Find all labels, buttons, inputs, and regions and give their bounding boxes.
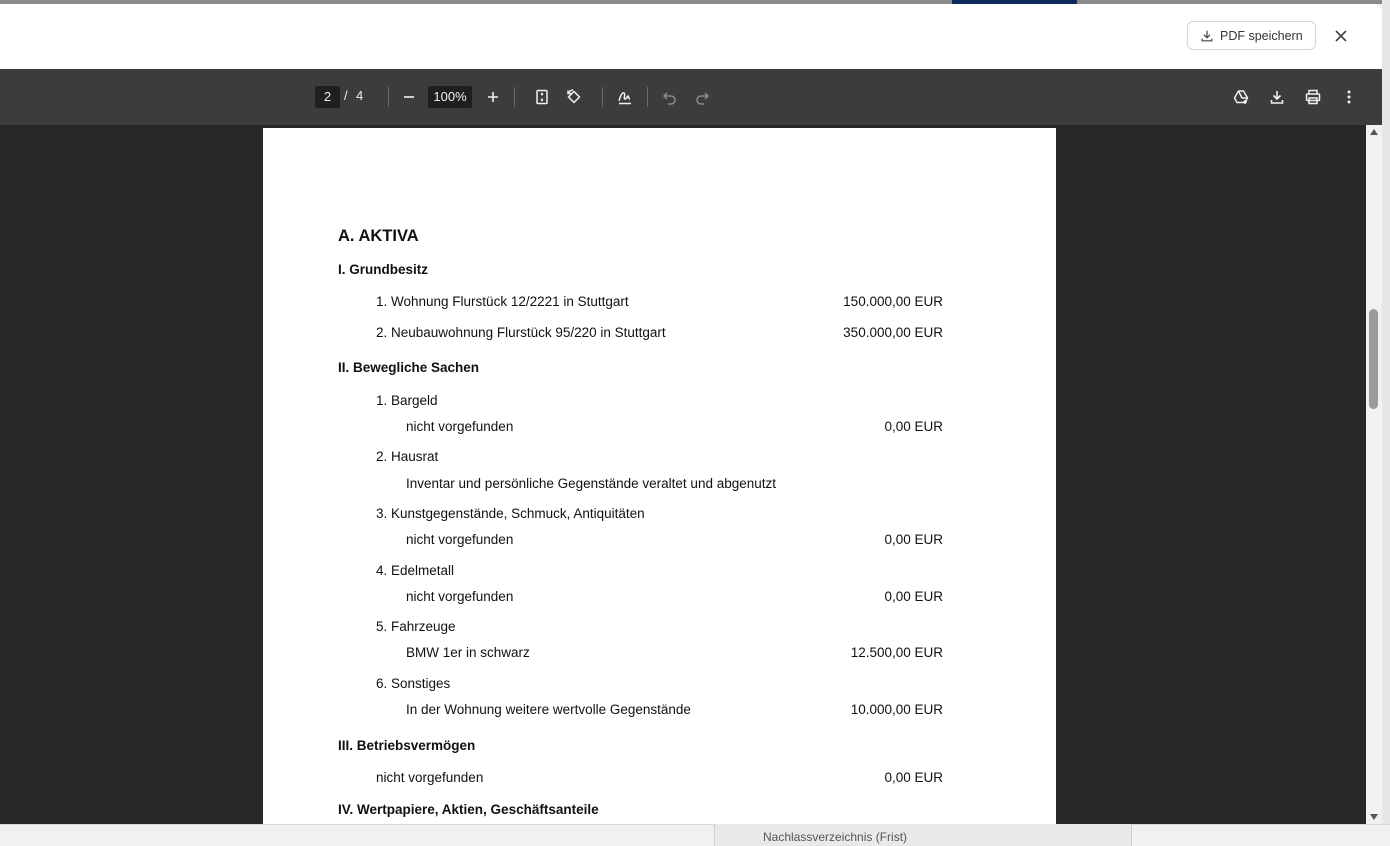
minus-icon bbox=[404, 96, 414, 98]
item-detail: Inventar und persönliche Gegenstände ver… bbox=[406, 476, 777, 491]
more-vertical-icon bbox=[1347, 90, 1351, 104]
print-icon bbox=[1305, 89, 1321, 105]
item-amount: 350.000,00 EUR bbox=[843, 325, 943, 340]
undo-icon bbox=[662, 92, 676, 105]
section-heading: IV. Wertpapiere, Aktien, Geschäftsanteil… bbox=[338, 802, 599, 817]
pdf-page: A. AKTIVA I. Grundbesitz 1. Wohnung Flur… bbox=[263, 128, 1056, 824]
close-button[interactable] bbox=[1331, 26, 1351, 46]
item-label: 6. Sonstiges bbox=[376, 676, 451, 691]
background-bottom-strip bbox=[0, 824, 1390, 846]
item-label: 1. Bargeld bbox=[376, 393, 438, 408]
toolbar-divider bbox=[514, 87, 515, 107]
item-detail: BMW 1er in schwarz bbox=[406, 645, 530, 660]
plus-icon bbox=[488, 92, 498, 102]
download-icon bbox=[1201, 30, 1213, 41]
close-icon bbox=[1335, 30, 1347, 42]
item-amount: 0,00 EUR bbox=[884, 419, 943, 434]
drive-add-icon bbox=[1233, 90, 1249, 104]
item-amount: 0,00 EUR bbox=[884, 589, 943, 604]
toolbar-divider bbox=[647, 87, 648, 107]
item-label: 5. Fahrzeuge bbox=[376, 619, 456, 634]
item-detail: nicht vorgefunden bbox=[406, 589, 514, 604]
item-detail: In der Wohnung weitere wertvolle Gegenst… bbox=[406, 702, 691, 717]
viewport: Nachlassverzeichnis (Frist) PDF speicher… bbox=[0, 0, 1390, 846]
rotate-icon bbox=[567, 89, 581, 104]
more-options-button[interactable] bbox=[1337, 85, 1361, 109]
save-to-drive-button[interactable] bbox=[1229, 85, 1253, 109]
undo-button[interactable] bbox=[658, 85, 682, 109]
pen-signature-icon bbox=[618, 92, 631, 105]
section-heading: I. Grundbesitz bbox=[338, 262, 429, 277]
page-number-input[interactable]: 2 bbox=[315, 86, 340, 108]
item-label: nicht vorgefunden bbox=[376, 770, 484, 785]
section-heading: II. Bewegliche Sachen bbox=[338, 360, 480, 375]
section-heading: III. Betriebsvermögen bbox=[338, 738, 476, 753]
download-icon bbox=[1270, 91, 1284, 104]
item-label: 1. Wohnung Flurstück 12/2221 in Stuttgar… bbox=[376, 294, 629, 309]
annotate-button[interactable] bbox=[613, 85, 637, 109]
item-amount: 12.500,00 EUR bbox=[850, 645, 943, 660]
toolbar-divider bbox=[388, 87, 389, 107]
zoom-out-button[interactable] bbox=[397, 85, 421, 109]
save-pdf-button[interactable]: PDF speichern bbox=[1187, 21, 1316, 50]
item-label: 3. Kunstgegenstände, Schmuck, Antiquität… bbox=[376, 506, 645, 521]
redo-button[interactable] bbox=[690, 85, 714, 109]
pdf-scrollbar[interactable] bbox=[1366, 125, 1382, 824]
item-label: 2. Hausrat bbox=[376, 449, 439, 464]
pdf-modal-header: PDF speichern bbox=[0, 4, 1382, 69]
item-label: 2. Neubauwohnung Flurstück 95/220 in Stu… bbox=[376, 325, 666, 340]
toolbar-divider bbox=[602, 87, 603, 107]
page-separator: / bbox=[344, 88, 348, 103]
pdf-viewer[interactable]: A. AKTIVA I. Grundbesitz 1. Wohnung Flur… bbox=[0, 125, 1366, 824]
item-detail: nicht vorgefunden bbox=[406, 532, 514, 547]
background-bottom-label[interactable]: Nachlassverzeichnis (Frist) bbox=[763, 830, 907, 844]
rotate-button[interactable] bbox=[562, 85, 586, 109]
scroll-up-arrow-icon[interactable] bbox=[1370, 129, 1378, 135]
item-label: 4. Edelmetall bbox=[376, 563, 455, 578]
item-amount: 0,00 EUR bbox=[884, 532, 943, 547]
item-amount: 10.000,00 EUR bbox=[850, 702, 943, 717]
redo-icon bbox=[696, 92, 710, 105]
pdf-toolbar: 2 / 4 100% bbox=[0, 69, 1382, 125]
save-pdf-label: PDF speichern bbox=[1220, 28, 1303, 43]
download-button[interactable] bbox=[1265, 85, 1289, 109]
fit-page-icon bbox=[536, 89, 548, 105]
item-amount: 150.000,00 EUR bbox=[843, 294, 943, 309]
item-detail: nicht vorgefunden bbox=[406, 419, 514, 434]
page-total: 4 bbox=[356, 88, 364, 103]
print-button[interactable] bbox=[1301, 85, 1325, 109]
zoom-in-button[interactable] bbox=[481, 85, 505, 109]
scroll-down-arrow-icon[interactable] bbox=[1370, 814, 1378, 820]
background-right-edge bbox=[1382, 0, 1390, 846]
document-title: A. AKTIVA bbox=[338, 227, 419, 245]
zoom-input[interactable]: 100% bbox=[428, 86, 472, 108]
item-amount: 0,00 EUR bbox=[884, 770, 943, 785]
fit-page-button[interactable] bbox=[530, 85, 554, 109]
scroll-thumb[interactable] bbox=[1369, 309, 1378, 409]
